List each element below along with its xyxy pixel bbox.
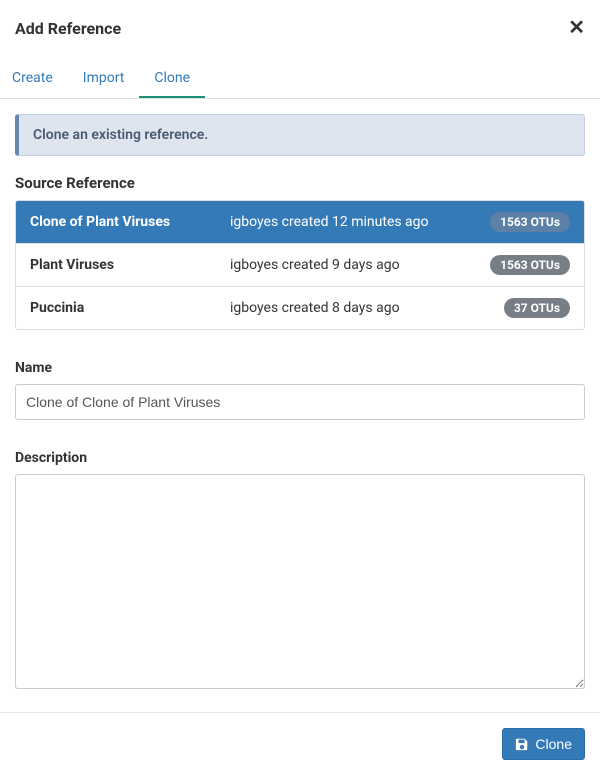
source-reference-list: Clone of Plant Viruses igboyes created 1… (15, 200, 585, 330)
list-item[interactable]: Puccinia igboyes created 8 days ago 37 O… (16, 286, 584, 329)
reference-name: Puccinia (30, 300, 230, 316)
modal-header: Add Reference ✕ (0, 0, 600, 48)
otu-badge: 1563 OTUs (490, 212, 570, 232)
reference-created: igboyes created 12 minutes ago (230, 214, 490, 230)
list-item[interactable]: Clone of Plant Viruses igboyes created 1… (16, 201, 584, 243)
source-reference-heading: Source Reference (15, 174, 585, 192)
clone-button[interactable]: Clone (502, 728, 585, 760)
save-icon (515, 737, 529, 751)
tab-body-clone: Clone an existing reference. Source Refe… (0, 99, 600, 708)
reference-name: Clone of Plant Viruses (30, 214, 230, 230)
tab-create[interactable]: Create (12, 60, 68, 98)
description-label: Description (15, 450, 585, 466)
name-input[interactable] (15, 384, 585, 420)
tab-clone[interactable]: Clone (139, 60, 205, 98)
modal-footer: Clone (0, 712, 600, 775)
description-textarea[interactable] (15, 474, 585, 689)
tabs: Create Import Clone (0, 60, 600, 99)
tab-import[interactable]: Import (68, 60, 140, 98)
alert-info: Clone an existing reference. (15, 114, 585, 156)
close-icon[interactable]: ✕ (568, 18, 585, 38)
otu-badge: 37 OTUs (504, 298, 570, 318)
otu-badge: 1563 OTUs (490, 255, 570, 275)
list-item[interactable]: Plant Viruses igboyes created 9 days ago… (16, 243, 584, 286)
reference-name: Plant Viruses (30, 257, 230, 273)
reference-created: igboyes created 8 days ago (230, 300, 504, 316)
add-reference-modal: Add Reference ✕ Create Import Clone Clon… (0, 0, 600, 708)
reference-created: igboyes created 9 days ago (230, 257, 490, 273)
clone-button-label: Clone (535, 736, 572, 752)
modal-title: Add Reference (15, 19, 121, 38)
name-label: Name (15, 360, 585, 376)
